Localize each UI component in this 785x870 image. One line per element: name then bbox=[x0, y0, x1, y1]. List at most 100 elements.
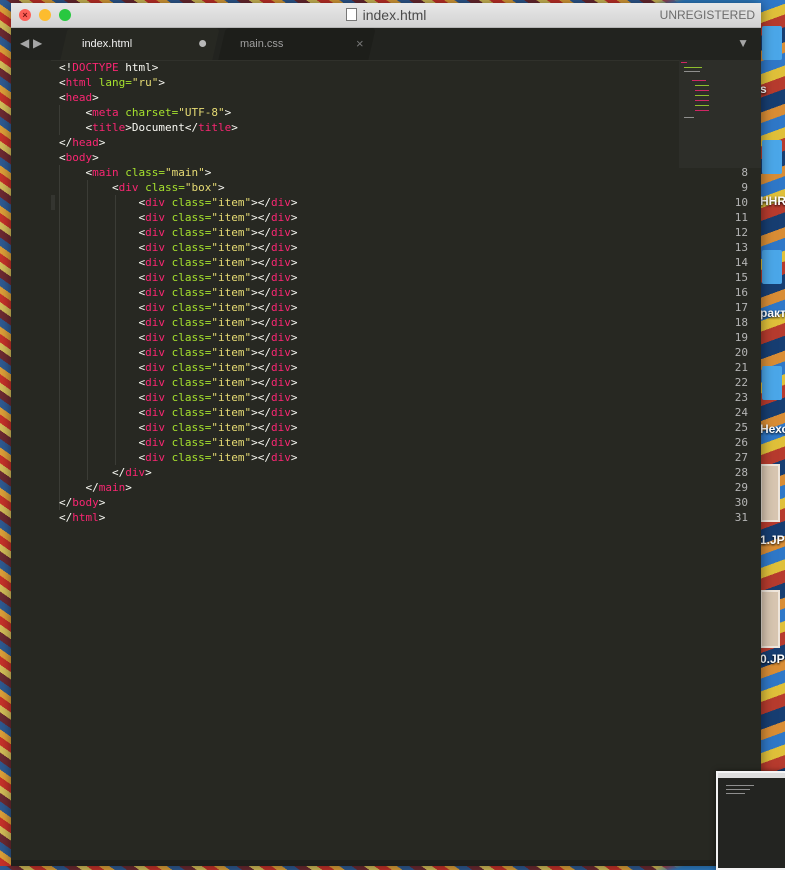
code-token: < bbox=[59, 166, 93, 179]
code-token: ></ bbox=[251, 421, 271, 434]
code-line[interactable]: </main> bbox=[59, 480, 131, 495]
code-line[interactable]: <div class="box"> bbox=[59, 180, 225, 195]
code-token: div bbox=[145, 316, 165, 329]
code-line[interactable]: <div class="item"></div> bbox=[59, 285, 297, 300]
code-token: title bbox=[92, 121, 126, 134]
title-bar: × index.html UNREGISTERED bbox=[11, 3, 761, 28]
code-token: div bbox=[145, 301, 165, 314]
code-token: div bbox=[270, 346, 291, 359]
code-line[interactable]: <div class="item"></div> bbox=[59, 390, 297, 405]
code-token: ></ bbox=[251, 211, 271, 224]
code-line[interactable]: <div class="item"></div> bbox=[59, 270, 297, 285]
desktop-image-thumbnail[interactable] bbox=[760, 590, 780, 648]
code-line[interactable]: <div class="item"></div> bbox=[59, 435, 297, 450]
desktop-item-label: HHR bbox=[760, 194, 785, 208]
minimap[interactable] bbox=[679, 60, 761, 168]
code-line[interactable]: <html lang="ru"> bbox=[59, 75, 165, 90]
code-token: div bbox=[270, 451, 291, 464]
code-token: DOCTYPE bbox=[72, 61, 119, 74]
code-line[interactable]: <div class="item"></div> bbox=[59, 210, 297, 225]
tab-bar: ◀ ▶ index.html main.css × ▼ bbox=[11, 28, 761, 61]
desktop-item-label: s bbox=[760, 82, 767, 96]
code-line[interactable]: </div> bbox=[59, 465, 152, 480]
code-token: main bbox=[98, 481, 126, 494]
code-token: < bbox=[59, 301, 146, 314]
code-token: < bbox=[59, 361, 146, 374]
code-token: > bbox=[290, 316, 298, 329]
code-token: </ bbox=[59, 136, 73, 149]
window-title-text: index.html bbox=[362, 7, 427, 23]
desktop-folder-icon[interactable] bbox=[762, 26, 782, 60]
tab-main-css[interactable]: main.css × bbox=[218, 28, 376, 60]
close-tab-icon[interactable]: × bbox=[356, 28, 364, 60]
desktop-folder-icon[interactable] bbox=[762, 366, 782, 400]
code-token: "item" bbox=[211, 271, 252, 284]
minimap-line bbox=[695, 110, 709, 111]
code-token: class= bbox=[164, 331, 212, 344]
tab-scroll-right-icon[interactable]: ▶ bbox=[33, 36, 42, 50]
code-token: "item" bbox=[211, 196, 252, 209]
preview-line bbox=[726, 785, 754, 786]
tab-label: index.html bbox=[82, 38, 133, 50]
code-token: </ bbox=[59, 496, 73, 509]
code-line[interactable]: <div class="item"></div> bbox=[59, 360, 297, 375]
code-line[interactable]: <main class="main"> bbox=[59, 165, 211, 180]
code-token: div bbox=[270, 391, 291, 404]
code-token: body bbox=[65, 151, 93, 164]
tab-list-dropdown-icon[interactable]: ▼ bbox=[737, 36, 749, 50]
code-line[interactable]: <div class="item"></div> bbox=[59, 330, 297, 345]
code-line[interactable]: <div class="item"></div> bbox=[59, 420, 297, 435]
code-token: head bbox=[65, 91, 93, 104]
desktop-folder-icon[interactable] bbox=[762, 140, 782, 174]
code-line[interactable]: <head> bbox=[59, 90, 99, 105]
code-token: > bbox=[290, 421, 298, 434]
code-token: class= bbox=[164, 406, 212, 419]
code-line[interactable]: <div class="item"></div> bbox=[59, 405, 297, 420]
code-line[interactable]: <meta charset="UTF-8"> bbox=[59, 105, 231, 120]
code-line[interactable]: <div class="item"></div> bbox=[59, 240, 297, 255]
code-line[interactable]: <body> bbox=[59, 150, 99, 165]
minimap-line bbox=[684, 71, 700, 72]
code-token: ></ bbox=[251, 301, 271, 314]
code-line[interactable]: <div class="item"></div> bbox=[59, 195, 297, 210]
code-line[interactable]: </body> bbox=[59, 495, 105, 510]
line-number: 25 bbox=[734, 421, 748, 434]
code-line[interactable]: <title>Document</title> bbox=[59, 120, 238, 135]
code-line[interactable]: </html> bbox=[59, 510, 105, 525]
code-token: < bbox=[59, 286, 146, 299]
line-number: 21 bbox=[734, 361, 748, 374]
code-token: div bbox=[270, 421, 291, 434]
code-token: </ bbox=[59, 466, 126, 479]
code-token: class= bbox=[164, 226, 212, 239]
code-token: class= bbox=[164, 256, 212, 269]
unsaved-indicator-icon[interactable] bbox=[199, 40, 207, 47]
window-preview-thumbnail[interactable] bbox=[716, 771, 785, 870]
code-line[interactable]: <!DOCTYPE html> bbox=[59, 60, 158, 75]
tab-index-html[interactable]: index.html bbox=[60, 28, 220, 60]
desktop-folder-icon[interactable] bbox=[762, 250, 782, 284]
code-token: "item" bbox=[211, 421, 252, 434]
line-number: 23 bbox=[734, 391, 748, 404]
code-editor[interactable]: 1234567891011121314151617181920212223242… bbox=[11, 60, 761, 866]
code-token: div bbox=[270, 316, 291, 329]
code-token: div bbox=[270, 286, 291, 299]
desktop-image-thumbnail[interactable] bbox=[760, 464, 780, 522]
code-token: charset= bbox=[118, 106, 179, 119]
code-line[interactable]: </head> bbox=[59, 135, 105, 150]
code-line[interactable]: <div class="item"></div> bbox=[59, 255, 297, 270]
code-token: > bbox=[231, 121, 238, 134]
code-line[interactable]: <div class="item"></div> bbox=[59, 225, 297, 240]
line-number: 31 bbox=[734, 511, 748, 524]
tab-scroll-left-icon[interactable]: ◀ bbox=[20, 36, 29, 50]
code-token: > bbox=[290, 331, 298, 344]
line-number: 29 bbox=[734, 481, 748, 494]
code-token: > bbox=[290, 256, 298, 269]
code-token: class= bbox=[164, 361, 212, 374]
code-line[interactable]: <div class="item"></div> bbox=[59, 300, 297, 315]
code-line[interactable]: <div class="item"></div> bbox=[59, 450, 297, 465]
code-line[interactable]: <div class="item"></div> bbox=[59, 375, 297, 390]
code-line[interactable]: <div class="item"></div> bbox=[59, 315, 297, 330]
code-token: div bbox=[270, 436, 291, 449]
code-token: < bbox=[59, 106, 93, 119]
code-line[interactable]: <div class="item"></div> bbox=[59, 345, 297, 360]
